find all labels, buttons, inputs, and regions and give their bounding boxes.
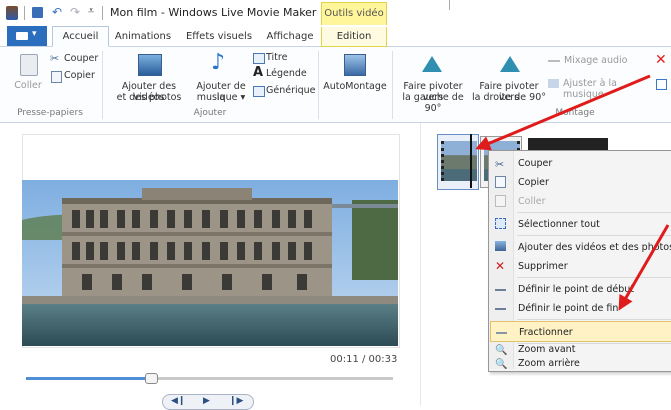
annotation-arrow-to-clip	[475, 74, 651, 151]
annotation-arrows	[475, 74, 670, 311]
annotation-arrow-to-split	[618, 224, 670, 311]
